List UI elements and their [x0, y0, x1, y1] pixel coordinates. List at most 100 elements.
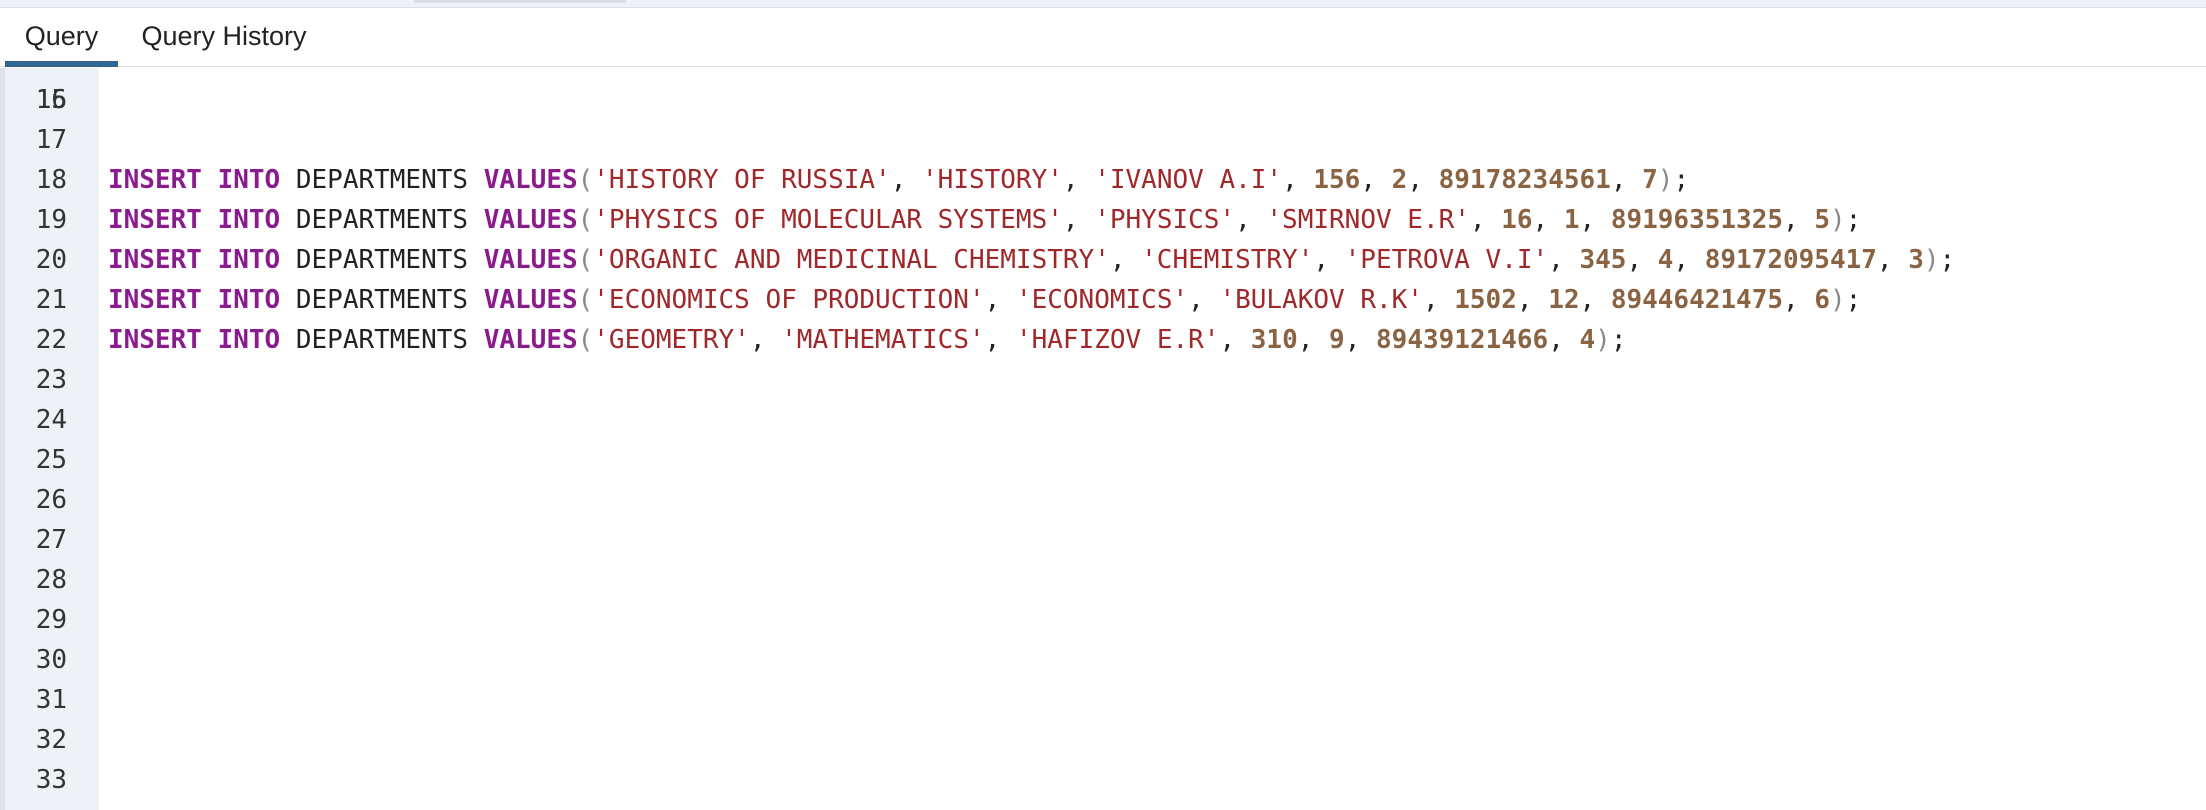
code-line[interactable]: 15 [0, 68, 2206, 115]
sql-identifier: DEPARTMENTS [295, 165, 469, 195]
code-line[interactable]: 23 [0, 360, 2206, 400]
sql-identifier: , [1673, 245, 1705, 275]
sql-identifier: , [1783, 285, 1815, 315]
code-line[interactable]: 32 [0, 720, 2206, 760]
sql-keyword: INSERT [108, 245, 202, 275]
line-number: 20 [35, 245, 67, 275]
sql-number: 89196351325 [1610, 205, 1783, 235]
code-line[interactable]: 18 INSERT INTO DEPARTMENTS VALUES('HISTOR… [0, 160, 2206, 200]
sql-number: 16 [1501, 205, 1533, 235]
code-lines[interactable]: 15 16 17 18 INSERT INTO DEPARTMENTS VALUES(… [0, 68, 2206, 800]
sql-identifier: , [984, 285, 1016, 315]
sql-string: 'SMIRNOV E.R' [1266, 205, 1470, 235]
sql-identifier: , [1610, 165, 1643, 195]
sql-identifier: DEPARTMENTS [295, 325, 469, 355]
code-line[interactable]: 22 INSERT INTO DEPARTMENTS VALUES('GEOMET… [0, 320, 2206, 360]
code-text[interactable]: INSERT INTO DEPARTMENTS VALUES('HISTORY … [108, 160, 1689, 200]
code-line[interactable]: 27 [0, 520, 2206, 560]
sql-number: 156 [1313, 165, 1361, 195]
code-text[interactable]: INSERT INTO DEPARTMENTS VALUES('GEOMETRY… [108, 320, 1626, 360]
code-line[interactable]: 31 [0, 680, 2206, 720]
line-number: 18 [35, 165, 67, 195]
sql-punctuation: ) [1595, 325, 1611, 355]
code-line[interactable]: 26 [0, 480, 2206, 520]
sql-identifier: DEPARTMENTS [295, 245, 469, 275]
code-line[interactable]: 24 [0, 400, 2206, 440]
code-line[interactable]: 29 [0, 600, 2206, 640]
code-line[interactable]: 30 [0, 640, 2206, 680]
line-number: 31 [35, 685, 67, 715]
code-line[interactable]: 19 INSERT INTO DEPARTMENTS VALUES('PHYSIC… [0, 200, 2206, 240]
sql-punctuation: ) [1657, 165, 1674, 195]
sql-string: 'GEOMETRY' [593, 325, 750, 355]
code-line[interactable]: 20 INSERT INTO DEPARTMENTS VALUES('ORGANI… [0, 240, 2206, 280]
sql-keyword: INSERT [108, 285, 202, 315]
sql-punctuation: ) [1829, 205, 1846, 235]
sql-punctuation: ( [577, 165, 594, 195]
sql-string: 'ORGANIC AND MEDICINAL CHEMISTRY' [593, 245, 1110, 275]
sql-punctuation: ) [1829, 285, 1846, 315]
sql-identifier: , [1532, 205, 1564, 235]
line-number: 17 [35, 125, 67, 155]
code-line[interactable]: 21 INSERT INTO DEPARTMENTS VALUES('ECONOM… [0, 280, 2206, 320]
code-text[interactable]: INSERT INTO DEPARTMENTS VALUES('ECONOMIC… [108, 280, 1861, 320]
sql-identifier: , [1579, 285, 1611, 315]
sql-punctuation: ( [577, 205, 594, 235]
sql-keyword: INTO [217, 245, 281, 275]
code-line[interactable]: 17 [0, 120, 2206, 160]
sql-keyword: INTO [217, 165, 281, 195]
sql-number: 7 [1642, 165, 1658, 195]
sql-string: 'ECONOMICS OF PRODUCTION' [593, 285, 985, 315]
sql-number: 1502 [1454, 285, 1517, 315]
editor-tab-bar: Query Query History [0, 8, 2206, 67]
sql-identifier: , [890, 165, 923, 195]
sql-number: 89172095417 [1704, 245, 1877, 275]
sql-number: 89439121466 [1376, 325, 1549, 355]
sql-number: 5 [1814, 205, 1830, 235]
sql-string: 'ECONOMICS' [1015, 285, 1189, 315]
sql-identifier: , [1062, 165, 1095, 195]
line-number: 29 [35, 605, 67, 635]
sql-identifier: ; [1673, 165, 1690, 195]
sql-punctuation: ( [577, 285, 594, 315]
sql-string: 'PHYSICS OF MOLECULAR SYSTEMS' [593, 205, 1063, 235]
sql-string: 'HAFIZOV E.R' [1015, 325, 1220, 355]
sql-function: VALUES [483, 325, 578, 355]
sql-identifier: DEPARTMENTS [295, 205, 469, 235]
line-number: 28 [35, 565, 67, 595]
code-text[interactable]: INSERT INTO DEPARTMENTS VALUES('ORGANIC … [108, 240, 1955, 280]
line-number: 19 [35, 205, 67, 235]
sql-function: VALUES [483, 205, 578, 235]
sql-identifier: , [1109, 245, 1142, 275]
sql-string: 'HISTORY' [922, 165, 1063, 195]
sql-identifier: , [1407, 165, 1439, 195]
sql-identifier: , [1235, 205, 1267, 235]
code-line[interactable]: 33 [0, 760, 2206, 800]
sql-keyword: INSERT [108, 165, 202, 195]
code-text[interactable]: INSERT INTO DEPARTMENTS VALUES('PHYSICS … [108, 200, 1861, 240]
tab-query-history[interactable]: Query History [118, 8, 330, 67]
top-panel-scroll-hint [414, 0, 626, 3]
sql-identifier: , [984, 325, 1016, 355]
code-line[interactable]: 25 [0, 440, 2206, 480]
sql-identifier: , [1783, 205, 1815, 235]
tab-query[interactable]: Query [5, 8, 118, 67]
sql-string: 'CHEMISTRY' [1141, 245, 1314, 275]
sql-string: 'HISTORY OF RUSSIA' [593, 165, 891, 195]
line-number: 21 [35, 285, 67, 315]
sql-identifier: , [1876, 245, 1909, 275]
code-line[interactable]: 28 [0, 560, 2206, 600]
code-line[interactable]: 16 [0, 80, 2206, 120]
line-number: 22 [35, 325, 67, 355]
sql-editor[interactable]: 15 16 17 18 INSERT INTO DEPARTMENTS VALUES(… [0, 68, 2206, 810]
sql-identifier: , [1516, 285, 1549, 315]
